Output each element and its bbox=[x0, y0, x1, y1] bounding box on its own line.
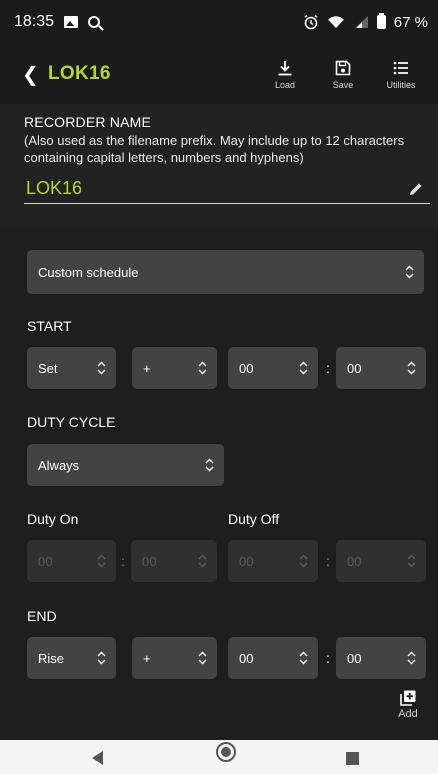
save-button[interactable]: Save bbox=[320, 59, 366, 90]
save-label: Save bbox=[332, 79, 354, 90]
duty-off-hours-value: 00 bbox=[239, 553, 254, 569]
load-label: Load bbox=[274, 79, 296, 90]
add-button[interactable]: Add bbox=[393, 690, 423, 720]
page-title: LOK16 bbox=[48, 63, 111, 84]
chevron-updown-icon bbox=[97, 651, 106, 665]
add-box-icon bbox=[400, 690, 416, 706]
duty-off-minutes-value: 00 bbox=[347, 553, 362, 569]
duty-off-minutes-select: 00 bbox=[336, 540, 426, 582]
list-icon bbox=[393, 61, 408, 74]
image-icon bbox=[64, 16, 79, 28]
end-hours-select[interactable]: 00 bbox=[228, 637, 318, 679]
recorder-name-hint: (Also used as the filename prefix. May i… bbox=[24, 133, 405, 165]
start-event-value: Set bbox=[38, 360, 58, 376]
chevron-updown-icon bbox=[407, 554, 416, 568]
wifi-icon bbox=[327, 16, 344, 28]
floppy-disk-icon bbox=[335, 60, 351, 75]
chevron-updown-icon bbox=[299, 361, 308, 375]
load-button[interactable]: Load bbox=[262, 59, 308, 90]
time-separator: : bbox=[326, 650, 330, 666]
duty-on-hours-select: 00 bbox=[27, 540, 116, 582]
end-event-value: Rise bbox=[38, 650, 65, 666]
time-separator: : bbox=[326, 360, 330, 376]
start-label: START bbox=[27, 318, 72, 334]
end-sign-value: + bbox=[143, 650, 151, 666]
schedule-select[interactable]: Custom schedule bbox=[27, 250, 424, 294]
start-minutes-value: 00 bbox=[347, 360, 362, 376]
end-hours-value: 00 bbox=[239, 650, 254, 666]
start-minutes-select[interactable]: 00 bbox=[336, 347, 426, 389]
chevron-updown-icon bbox=[198, 361, 207, 375]
time-separator: : bbox=[121, 553, 125, 569]
nav-home-icon[interactable] bbox=[216, 742, 236, 762]
start-sign-value: + bbox=[143, 360, 151, 376]
add-label: Add bbox=[398, 708, 418, 720]
end-sign-select[interactable]: + bbox=[132, 637, 217, 679]
chevron-updown-icon bbox=[405, 265, 414, 279]
status-time: 18:35 bbox=[14, 13, 55, 30]
start-hours-select[interactable]: 00 bbox=[228, 347, 318, 389]
utilities-button[interactable]: Utilities bbox=[378, 59, 424, 90]
end-event-select[interactable]: Rise bbox=[27, 637, 116, 679]
search-icon bbox=[88, 16, 101, 28]
end-minutes-value: 00 bbox=[347, 650, 362, 666]
chevron-updown-icon bbox=[198, 651, 207, 665]
time-separator: : bbox=[326, 553, 330, 569]
nav-back-icon[interactable] bbox=[92, 751, 103, 765]
end-label: END bbox=[27, 608, 57, 624]
recorder-name-label: RECORDER NAME bbox=[24, 114, 152, 130]
download-icon bbox=[278, 60, 292, 75]
battery-icon bbox=[376, 13, 386, 29]
schedule-value: Custom schedule bbox=[38, 264, 139, 280]
start-hours-value: 00 bbox=[239, 360, 254, 376]
start-event-select[interactable]: Set bbox=[27, 347, 116, 389]
duty-cycle-select[interactable]: Always bbox=[27, 444, 224, 486]
signal-icon bbox=[354, 16, 368, 28]
duty-cycle-label: DUTY CYCLE bbox=[27, 414, 116, 430]
start-sign-select[interactable]: + bbox=[132, 347, 217, 389]
duty-on-minutes-select: 00 bbox=[131, 540, 217, 582]
app-bar: ❮ LOK16 Load Save Utilities bbox=[0, 44, 438, 104]
chevron-updown-icon bbox=[97, 361, 106, 375]
chevron-updown-icon bbox=[407, 651, 416, 665]
duty-cycle-value: Always bbox=[38, 457, 80, 473]
end-minutes-select[interactable]: 00 bbox=[336, 637, 426, 679]
duty-on-hours-value: 00 bbox=[38, 553, 53, 569]
system-nav-bar bbox=[0, 740, 438, 774]
alarm-icon bbox=[304, 14, 318, 30]
recorder-name-value[interactable]: LOK16 bbox=[24, 178, 408, 199]
recorder-name-field[interactable]: LOK16 bbox=[24, 174, 430, 204]
utilities-label: Utilities bbox=[386, 79, 416, 90]
duty-off-hours-select: 00 bbox=[228, 540, 318, 582]
chevron-updown-icon bbox=[299, 554, 308, 568]
duty-on-label: Duty On bbox=[27, 511, 79, 527]
battery-level: 67 % bbox=[393, 13, 428, 31]
chevron-updown-icon bbox=[407, 361, 416, 375]
nav-recents-icon[interactable] bbox=[346, 752, 359, 765]
duty-off-label: Duty Off bbox=[228, 511, 280, 527]
chevron-updown-icon bbox=[198, 554, 207, 568]
chevron-updown-icon bbox=[97, 554, 106, 568]
recorder-name-section: RECORDER NAME (Also used as the filename… bbox=[0, 104, 438, 228]
pencil-icon[interactable] bbox=[408, 181, 424, 197]
back-arrow-icon[interactable]: ❮ bbox=[22, 62, 44, 87]
chevron-updown-icon bbox=[205, 458, 214, 472]
chevron-updown-icon bbox=[299, 651, 308, 665]
status-bar: 18:35 67 % bbox=[0, 0, 438, 44]
duty-on-minutes-value: 00 bbox=[142, 553, 157, 569]
